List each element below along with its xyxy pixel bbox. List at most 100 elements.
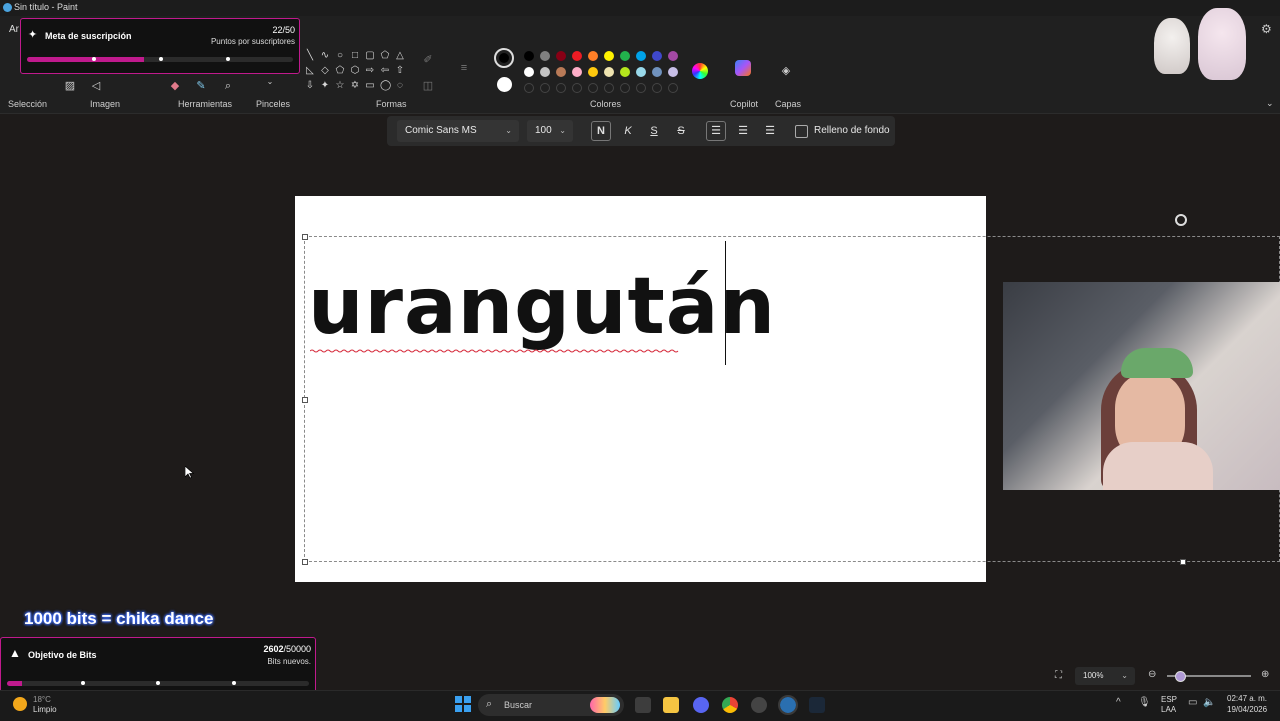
clock-date[interactable]: 19/04/2026: [1227, 705, 1267, 714]
chrome-icon[interactable]: [722, 697, 738, 713]
file-explorer-icon[interactable]: [663, 697, 679, 713]
settings-gear-icon[interactable]: ⚙: [1261, 22, 1272, 36]
size-icon[interactable]: ≡: [456, 60, 472, 76]
callout-oval-shape-icon[interactable]: ◯: [380, 81, 391, 91]
color-swatch[interactable]: [588, 67, 598, 77]
pentagon-shape-icon[interactable]: ⬠: [335, 66, 345, 76]
color-swatch[interactable]: [524, 51, 534, 61]
polygon-shape-icon[interactable]: ⬠: [380, 51, 390, 61]
color-swatch[interactable]: [572, 67, 582, 77]
color-swatch[interactable]: [540, 67, 550, 77]
color-swatch[interactable]: [604, 67, 614, 77]
right-triangle-shape-icon[interactable]: ◺: [305, 66, 315, 76]
underline-button[interactable]: S: [644, 121, 664, 141]
align-left-button[interactable]: ☰: [706, 121, 726, 141]
italic-button[interactable]: K: [618, 121, 638, 141]
color-swatch[interactable]: [604, 83, 614, 93]
layers-icon[interactable]: ◈: [778, 63, 794, 79]
color-swatch[interactable]: [636, 67, 646, 77]
zoom-in-icon[interactable]: ⊕: [1261, 669, 1269, 680]
obs-icon[interactable]: [751, 697, 767, 713]
right-arrow-shape-icon[interactable]: ⇨: [365, 66, 375, 76]
color-swatch[interactable]: [604, 51, 614, 61]
diamond-shape-icon[interactable]: ◇: [320, 66, 330, 76]
zoom-out-icon[interactable]: ⊖: [1148, 669, 1156, 680]
font-size-select[interactable]: 100 ⌄: [527, 120, 573, 142]
align-right-button[interactable]: ☰: [760, 121, 780, 141]
callout-cloud-shape-icon[interactable]: ◌: [395, 81, 405, 91]
clock-time[interactable]: 02:47 a. m.: [1227, 694, 1267, 703]
color-swatch[interactable]: [524, 67, 534, 77]
left-arrow-shape-icon[interactable]: ⇦: [380, 66, 390, 76]
brushes-dropdown-icon[interactable]: ⌄: [262, 74, 278, 90]
taskbar-search[interactable]: ⌕ Buscar: [478, 694, 624, 716]
callout-rect-shape-icon[interactable]: ▭: [365, 81, 375, 91]
eraser-icon[interactable]: ◆: [167, 78, 183, 94]
oval-shape-icon[interactable]: ○: [335, 51, 345, 61]
resize-handle[interactable]: [302, 234, 308, 240]
file-menu[interactable]: Ar: [9, 24, 19, 35]
background-fill-checkbox[interactable]: [795, 125, 808, 138]
color-swatch[interactable]: [652, 67, 662, 77]
color-swatch[interactable]: [636, 51, 646, 61]
secondary-color-swatch[interactable]: [497, 77, 512, 92]
color-swatch[interactable]: [540, 51, 550, 61]
language-indicator[interactable]: ESP: [1161, 695, 1177, 704]
volume-icon[interactable]: 🔈: [1203, 697, 1215, 708]
four-star-shape-icon[interactable]: ✦: [320, 81, 330, 91]
color-swatch[interactable]: [668, 67, 678, 77]
color-swatch[interactable]: [668, 83, 678, 93]
resize-handle[interactable]: [302, 559, 308, 565]
collapse-ribbon-icon[interactable]: ⌄: [1266, 98, 1274, 109]
canvas-text[interactable]: urangután: [308, 262, 776, 352]
paint-taskbar-icon[interactable]: [778, 695, 798, 715]
curve-shape-icon[interactable]: ∿: [320, 51, 330, 61]
outline-icon[interactable]: ✐: [420, 52, 436, 68]
color-swatch[interactable]: [652, 83, 662, 93]
rotate-icon[interactable]: ◁: [88, 78, 104, 94]
crop-icon[interactable]: ▨: [62, 78, 78, 94]
five-star-shape-icon[interactable]: ☆: [335, 81, 345, 91]
color-swatch[interactable]: [540, 83, 550, 93]
color-swatch[interactable]: [668, 51, 678, 61]
color-swatch[interactable]: [620, 83, 630, 93]
color-swatch[interactable]: [588, 83, 598, 93]
color-swatch[interactable]: [636, 83, 646, 93]
down-arrow-shape-icon[interactable]: ⇩: [305, 81, 315, 91]
font-family-select[interactable]: Comic Sans MS ⌄: [397, 120, 519, 142]
color-swatch[interactable]: [524, 83, 534, 93]
triangle-shape-icon[interactable]: △: [395, 51, 405, 61]
task-view-icon[interactable]: [635, 697, 651, 713]
copilot-icon[interactable]: [735, 60, 751, 76]
windows-start-icon[interactable]: [455, 696, 471, 712]
color-swatch[interactable]: [588, 51, 598, 61]
rectangle-shape-icon[interactable]: □: [350, 51, 360, 61]
resize-handle[interactable]: [302, 397, 308, 403]
steam-icon[interactable]: [809, 697, 825, 713]
strikethrough-button[interactable]: S: [671, 121, 691, 141]
color-swatch[interactable]: [556, 51, 566, 61]
hexagon-shape-icon[interactable]: ⬡: [350, 66, 360, 76]
color-swatch[interactable]: [620, 67, 630, 77]
line-shape-icon[interactable]: ╲: [305, 51, 315, 61]
color-swatch[interactable]: [556, 67, 566, 77]
color-picker-icon[interactable]: ✎: [193, 78, 209, 94]
rounded-rect-shape-icon[interactable]: ▢: [365, 51, 375, 61]
resize-handle[interactable]: [1180, 559, 1186, 565]
rotate-handle-icon[interactable]: [1175, 214, 1187, 226]
color-swatch[interactable]: [652, 51, 662, 61]
color-swatch[interactable]: [572, 51, 582, 61]
show-hidden-icons-icon[interactable]: ^: [1116, 697, 1121, 708]
edit-colors-icon[interactable]: [692, 63, 708, 79]
primary-color-ring[interactable]: [494, 48, 514, 68]
up-arrow-shape-icon[interactable]: ⇧: [395, 66, 405, 76]
magnifier-icon[interactable]: ⌕: [220, 78, 236, 94]
color-swatch[interactable]: [572, 83, 582, 93]
fit-to-window-icon[interactable]: ⛶: [1055, 670, 1062, 681]
zoom-slider-thumb[interactable]: [1175, 671, 1186, 682]
zoom-select[interactable]: 100% ⌄: [1075, 667, 1135, 685]
color-swatch[interactable]: [556, 83, 566, 93]
microphone-icon[interactable]: 🎙: [1138, 697, 1151, 708]
discord-icon[interactable]: [693, 697, 709, 713]
six-star-shape-icon[interactable]: ✡: [350, 81, 360, 91]
